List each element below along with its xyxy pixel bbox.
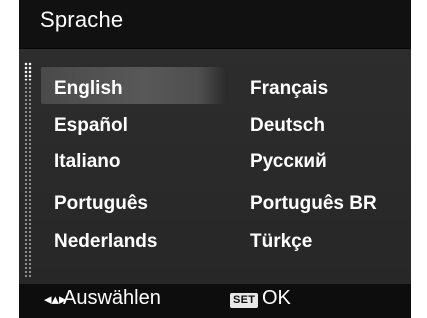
language-option-nederlands[interactable]: Nederlands xyxy=(54,231,157,253)
page-title: Sprache xyxy=(40,7,124,32)
select-hint-label: Auswählen xyxy=(63,287,161,309)
language-option-portugues[interactable]: Português xyxy=(54,193,148,215)
language-option-english[interactable]: English xyxy=(54,78,123,100)
language-screen: Sprache English Español Italiano Portugu… xyxy=(19,0,411,318)
set-button-icon: SET xyxy=(230,293,259,308)
footer-bar: ◂▴▸ Auswählen SET OK xyxy=(19,284,411,318)
language-option-russian[interactable]: Русский xyxy=(250,151,327,173)
ok-hint-label: OK xyxy=(262,287,291,309)
header-bar: Sprache xyxy=(19,0,411,49)
scrollbar-thumb[interactable] xyxy=(24,62,32,80)
scrollbar-track[interactable] xyxy=(24,62,32,278)
language-option-portugues-br[interactable]: Português BR xyxy=(250,193,377,215)
language-option-turkce[interactable]: Türkçe xyxy=(250,231,312,253)
language-option-espanol[interactable]: Español xyxy=(54,115,128,137)
language-option-deutsch[interactable]: Deutsch xyxy=(250,115,325,137)
language-option-italiano[interactable]: Italiano xyxy=(54,151,121,173)
language-option-francais[interactable]: Français xyxy=(250,78,328,100)
